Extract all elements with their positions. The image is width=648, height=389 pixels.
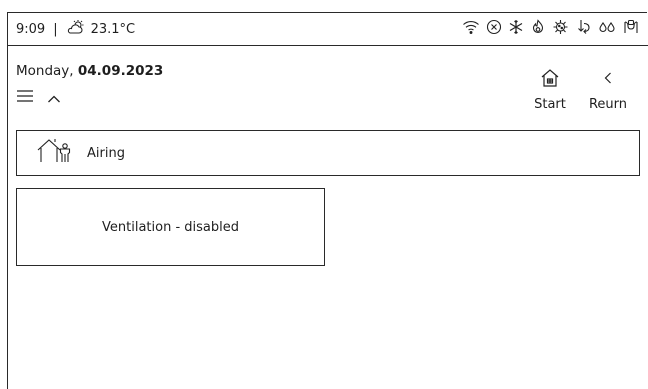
home-icon [540, 68, 560, 92]
date-prefix: Monday, [16, 63, 78, 79]
plug-icon [622, 19, 640, 35]
close-circle-icon [486, 19, 502, 35]
virus-icon [552, 19, 569, 35]
airing-bar[interactable]: Airing [16, 130, 640, 176]
water-drops-icon [598, 19, 616, 35]
ventilation-card[interactable]: Ventilation - disabled [16, 188, 325, 266]
chevron-left-icon [598, 68, 618, 92]
return-button[interactable]: Reurn [584, 68, 632, 112]
status-temperature: 23.1°C [90, 21, 136, 37]
snowflake-icon [508, 19, 524, 35]
status-bar: 9:09 | 23.1°C [8, 13, 648, 46]
date-display: Monday, 04.09.2023 [16, 63, 163, 79]
return-label: Reurn [588, 97, 628, 112]
status-time: 9:09 [16, 21, 46, 37]
partly-sunny-icon [67, 19, 85, 39]
airing-label: Airing [87, 145, 125, 161]
chevron-up-icon[interactable] [47, 89, 61, 108]
start-label: Start [534, 97, 566, 112]
flame-icon [530, 19, 546, 35]
cooling-arrows-icon [575, 19, 592, 35]
start-button[interactable]: Start [530, 68, 570, 112]
date-value: 04.09.2023 [77, 63, 164, 79]
menu-icon[interactable] [16, 88, 34, 107]
wifi-icon [462, 19, 480, 35]
status-separator: | [53, 21, 58, 37]
ventilation-label: Ventilation - disabled [102, 219, 239, 235]
house-person-icon [35, 136, 75, 170]
